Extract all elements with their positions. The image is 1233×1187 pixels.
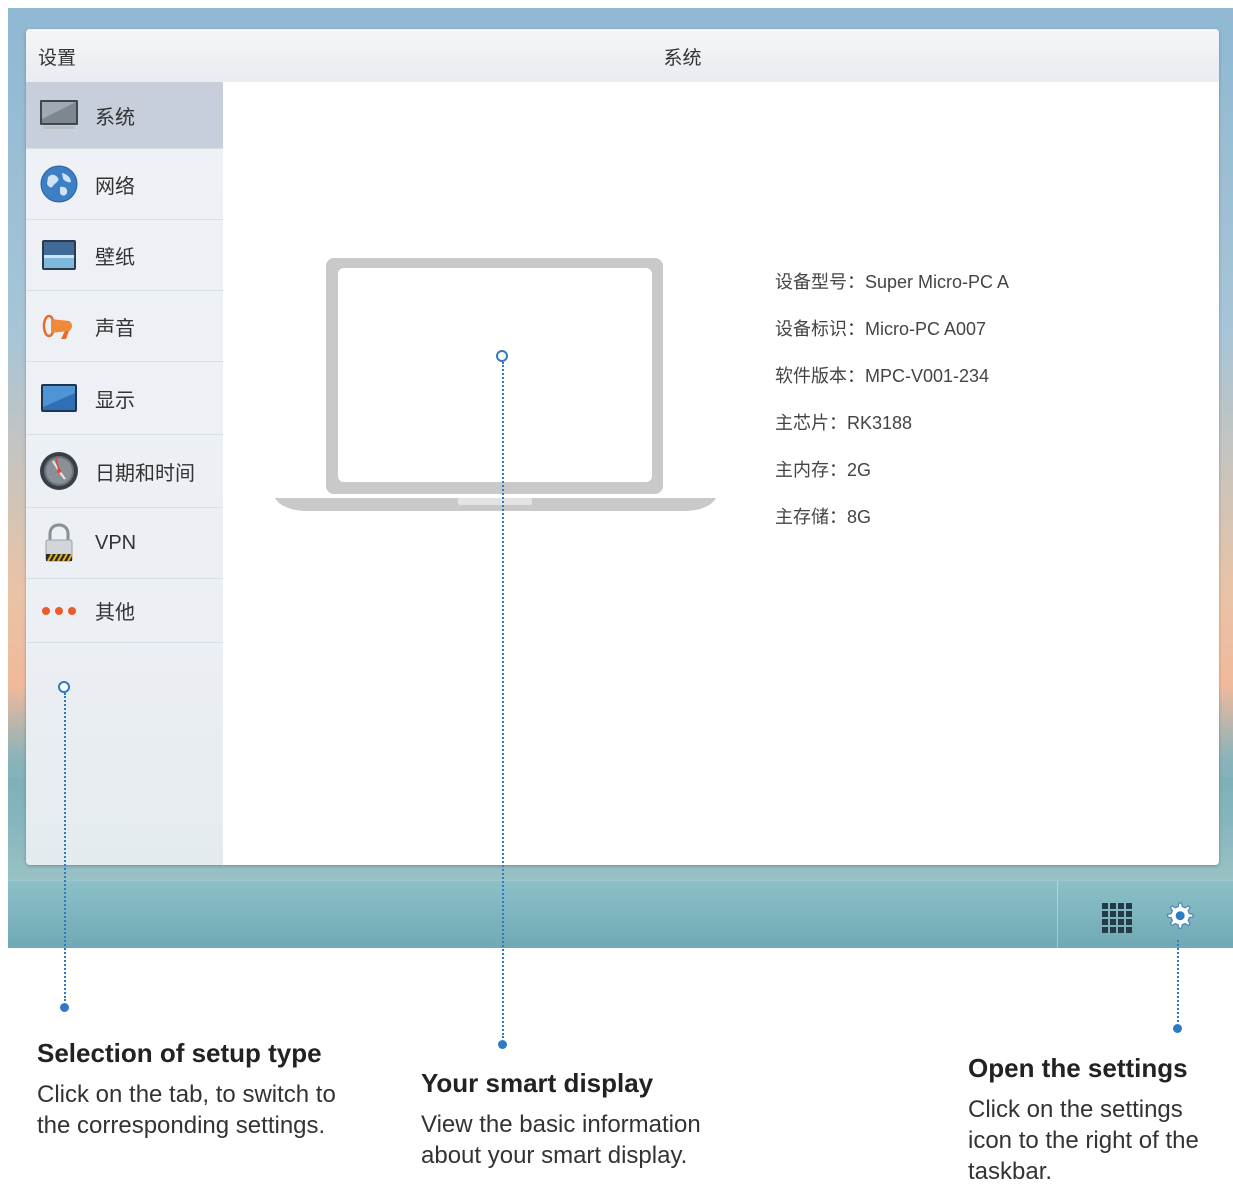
callout-settings-line: icon to the right of the [968, 1127, 1199, 1154]
callout-anchor-setup [58, 681, 70, 693]
speaker-icon [39, 306, 79, 346]
callout-line-settings [1177, 940, 1179, 1022]
callout-dot-settings [1173, 1024, 1182, 1033]
callout-setup-line: Click on the tab, to switch to [37, 1081, 336, 1108]
info-software-version: 软件版本：MPC-V001-234 [775, 366, 990, 386]
sidebar-item-network[interactable]: 网络 [26, 149, 223, 220]
sidebar-item-label: 显示 [95, 389, 135, 412]
sidebar-item-label: 系统 [95, 106, 135, 129]
taskbar-divider [1057, 881, 1058, 948]
callout-display-line: View the basic information [421, 1111, 701, 1138]
sidebar-item-label: 日期和时间 [95, 462, 195, 485]
display-icon [39, 378, 79, 418]
callout-setup-text: Click on the tab, to switch to the corre… [37, 1079, 336, 1141]
callout-settings-line: Click on the settings [968, 1096, 1183, 1123]
callout-settings-line: taskbar. [968, 1158, 1053, 1185]
sidebar-item-label: 声音 [95, 317, 135, 340]
sidebar-item-label: 网络 [95, 175, 135, 198]
lock-icon [39, 523, 79, 563]
window-titlebar: 设置 系统 [26, 29, 1219, 83]
clock-icon [39, 451, 79, 491]
sidebar-item-label: VPN [95, 531, 137, 554]
laptop-illustration [275, 258, 716, 511]
info-device-model: 设备型号：Super Micro-PC A [775, 272, 1010, 292]
sidebar-item-display[interactable]: 显示 [26, 362, 223, 435]
info-memory: 主内存：2G [775, 460, 872, 480]
sidebar-item-system[interactable]: 系统 [26, 82, 223, 149]
callout-display-line: about your smart display. [421, 1142, 688, 1169]
callout-display-text: View the basic information about your sm… [421, 1109, 701, 1171]
sidebar-item-wallpaper[interactable]: 壁纸 [26, 220, 223, 291]
sidebar-item-label: 其他 [95, 602, 135, 624]
callout-anchor-display [496, 350, 508, 362]
callout-setup-line: the corresponding settings. [37, 1112, 326, 1139]
callout-line-display [502, 362, 504, 1038]
settings-sidebar: 系统 网络 壁纸 声音 显示 日期和时间 VPN 其他 [26, 82, 224, 865]
more-dots-icon [39, 591, 79, 631]
apps-grid-icon[interactable] [1102, 903, 1132, 933]
info-main-chip: 主芯片：RK3188 [775, 413, 913, 433]
system-content: 设备型号：Super Micro-PC A 设备标识：Micro-PC A007… [223, 82, 1219, 865]
globe-icon [39, 164, 79, 204]
sidebar-item-other[interactable]: 其他 [26, 579, 223, 643]
wallpaper-icon [39, 235, 79, 275]
callout-dot-setup [60, 1003, 69, 1012]
callout-dot-display [498, 1040, 507, 1049]
sidebar-item-label: 壁纸 [95, 246, 135, 269]
monitor-icon [39, 95, 79, 135]
settings-window: 设置 系统 系统 网络 壁纸 声音 显示 日期和时间 VPN 其他 设备型号：S… [26, 29, 1219, 865]
sidebar-item-vpn[interactable]: VPN [26, 508, 223, 579]
callout-settings-title: Open the settings [968, 1053, 1188, 1083]
callout-line-setup [64, 693, 66, 1001]
desktop-background: 设置 系统 系统 网络 壁纸 声音 显示 日期和时间 VPN 其他 设备型号：S… [8, 8, 1233, 948]
callout-settings-text: Click on the settings icon to the right … [968, 1094, 1199, 1187]
system-info-list: 设备型号：Super Micro-PC A 设备标识：Micro-PC A007… [775, 268, 1009, 550]
callout-display-title: Your smart display [421, 1068, 654, 1098]
sidebar-item-date-time[interactable]: 日期和时间 [26, 435, 223, 508]
info-storage: 主存储：8G [775, 507, 872, 527]
callout-setup-title: Selection of setup type [37, 1038, 322, 1068]
info-device-id: 设备标识：Micro-PC A007 [775, 319, 987, 339]
gear-icon[interactable] [1162, 899, 1196, 933]
taskbar [8, 880, 1233, 948]
sidebar-item-sound[interactable]: 声音 [26, 291, 223, 362]
window-title: 系统 [663, 48, 702, 69]
